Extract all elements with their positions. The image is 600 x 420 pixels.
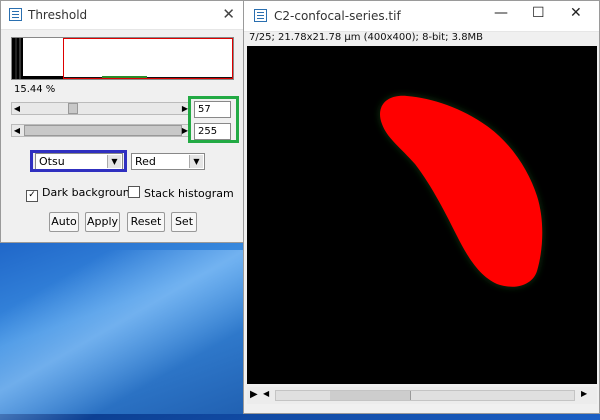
imagej-icon xyxy=(9,8,22,21)
imagej-icon xyxy=(254,9,267,22)
threshold-window: Threshold ✕ 15.44 % ◀ ▶ 57 ◀ ▶ 255 Otsu … xyxy=(0,0,244,243)
value-fields-highlight xyxy=(188,96,239,143)
close-icon[interactable]: ✕ xyxy=(222,5,235,23)
maximize-icon[interactable]: ☐ xyxy=(532,5,545,21)
slider-left-arrow-icon[interactable]: ◀ xyxy=(12,103,22,114)
reset-button[interactable]: Reset xyxy=(127,212,165,232)
thresholded-cell xyxy=(379,95,543,287)
minimize-icon[interactable]: — xyxy=(494,5,508,21)
checkbox-checked-icon[interactable]: ✓ xyxy=(26,190,38,202)
threshold-titlebar[interactable]: Threshold ✕ xyxy=(1,1,243,30)
display-mode-dropdown[interactable]: Red ▼ xyxy=(131,153,205,170)
apply-button[interactable]: Apply xyxy=(85,212,120,232)
threshold-title: Threshold xyxy=(28,8,88,22)
lower-threshold-slider[interactable]: ◀ ▶ xyxy=(11,102,191,115)
histogram-tail xyxy=(23,76,63,79)
slice-scroll-thumb[interactable] xyxy=(330,391,411,400)
auto-button[interactable]: Auto xyxy=(49,212,79,232)
play-icon[interactable]: ▶ xyxy=(250,389,258,400)
cell-image xyxy=(379,95,543,287)
checkbox-unchecked-icon[interactable] xyxy=(128,186,140,198)
method-highlight xyxy=(30,150,127,172)
image-titlebar[interactable]: C2-confocal-series.tif — ☐ ✕ xyxy=(244,1,599,32)
slice-scrollbar[interactable]: ▶ ◀ ▶ xyxy=(247,387,597,404)
desktop-background xyxy=(0,250,250,420)
dark-background-label: Dark background xyxy=(42,186,137,199)
lower-slider-thumb[interactable] xyxy=(68,103,78,114)
histogram xyxy=(11,37,234,80)
close-icon[interactable]: ✕ xyxy=(570,5,582,21)
slider-left-arrow-icon[interactable]: ◀ xyxy=(12,125,22,136)
slice-scroll-track[interactable] xyxy=(275,390,575,401)
threshold-range-box xyxy=(63,38,233,79)
scroll-right-arrow-icon[interactable]: ▶ xyxy=(581,389,587,398)
scroll-left-arrow-icon[interactable]: ◀ xyxy=(263,389,269,398)
display-mode-value: Red xyxy=(135,155,156,168)
image-info: 7/25; 21.78x21.78 µm (400x400); 8-bit; 3… xyxy=(249,32,484,43)
set-button[interactable]: Set xyxy=(171,212,197,232)
histogram-peak xyxy=(12,38,24,79)
threshold-percentage: 15.44 % xyxy=(14,84,56,95)
stack-histogram-label: Stack histogram xyxy=(144,187,234,200)
upper-threshold-slider[interactable]: ◀ ▶ xyxy=(11,124,191,137)
upper-slider-thumb[interactable] xyxy=(24,125,182,136)
image-canvas[interactable] xyxy=(247,46,597,384)
image-window: C2-confocal-series.tif — ☐ ✕ 7/25; 21.78… xyxy=(243,0,600,414)
image-title: C2-confocal-series.tif xyxy=(274,9,401,23)
dark-background-checkbox[interactable]: ✓ Dark background xyxy=(26,186,137,202)
chevron-down-icon[interactable]: ▼ xyxy=(189,155,203,168)
stack-histogram-checkbox[interactable]: Stack histogram xyxy=(128,186,234,200)
